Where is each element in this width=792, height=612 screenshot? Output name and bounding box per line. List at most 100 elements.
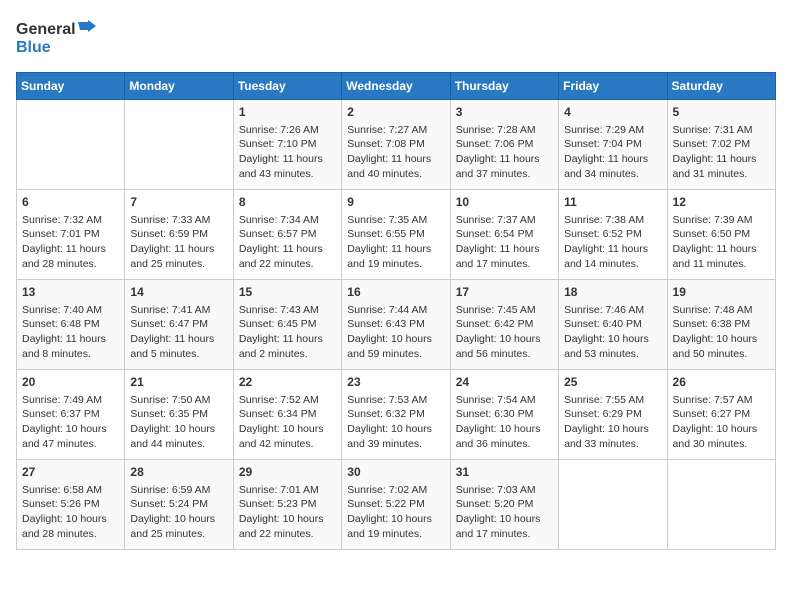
cell-info: Sunrise: 6:58 AMSunset: 5:26 PMDaylight:… <box>22 483 119 542</box>
day-number: 15 <box>239 284 336 301</box>
day-number: 2 <box>347 104 444 121</box>
calendar-cell <box>17 100 125 190</box>
calendar-cell <box>125 100 233 190</box>
cell-info: Sunrise: 7:41 AMSunset: 6:47 PMDaylight:… <box>130 303 227 362</box>
day-number: 17 <box>456 284 553 301</box>
calendar-cell <box>667 460 775 550</box>
cell-info: Sunrise: 7:40 AMSunset: 6:48 PMDaylight:… <box>22 303 119 362</box>
day-number: 10 <box>456 194 553 211</box>
cell-info: Sunrise: 7:34 AMSunset: 6:57 PMDaylight:… <box>239 213 336 272</box>
day-number: 20 <box>22 374 119 391</box>
cell-info: Sunrise: 7:52 AMSunset: 6:34 PMDaylight:… <box>239 393 336 452</box>
day-number: 30 <box>347 464 444 481</box>
calendar-cell: 4 Sunrise: 7:29 AMSunset: 7:04 PMDaylight… <box>559 100 667 190</box>
calendar-cell: 30 Sunrise: 7:02 AMSunset: 5:22 PMDayligh… <box>342 460 450 550</box>
calendar-cell: 14 Sunrise: 7:41 AMSunset: 6:47 PMDayligh… <box>125 280 233 370</box>
day-number: 3 <box>456 104 553 121</box>
day-number: 5 <box>673 104 770 121</box>
cell-info: Sunrise: 7:31 AMSunset: 7:02 PMDaylight:… <box>673 123 770 182</box>
cell-info: Sunrise: 7:54 AMSunset: 6:30 PMDaylight:… <box>456 393 553 452</box>
header-monday: Monday <box>125 73 233 100</box>
cell-info: Sunrise: 7:32 AMSunset: 7:01 PMDaylight:… <box>22 213 119 272</box>
calendar-cell: 5 Sunrise: 7:31 AMSunset: 7:02 PMDaylight… <box>667 100 775 190</box>
cell-info: Sunrise: 7:37 AMSunset: 6:54 PMDaylight:… <box>456 213 553 272</box>
calendar-cell: 27Sunrise: 6:58 AMSunset: 5:26 PMDayligh… <box>17 460 125 550</box>
week-row-2: 6Sunrise: 7:32 AMSunset: 7:01 PMDaylight… <box>17 190 776 280</box>
day-number: 26 <box>673 374 770 391</box>
calendar-cell: 29 Sunrise: 7:01 AMSunset: 5:23 PMDayligh… <box>233 460 341 550</box>
calendar-cell: 7 Sunrise: 7:33 AMSunset: 6:59 PMDaylight… <box>125 190 233 280</box>
calendar-cell: 17 Sunrise: 7:45 AMSunset: 6:42 PMDayligh… <box>450 280 558 370</box>
calendar-cell: 25 Sunrise: 7:55 AMSunset: 6:29 PMDayligh… <box>559 370 667 460</box>
cell-info: Sunrise: 7:38 AMSunset: 6:52 PMDaylight:… <box>564 213 661 272</box>
calendar-cell: 20 Sunrise: 7:49 AMSunset: 6:37 PMDayligh… <box>17 370 125 460</box>
day-number: 25 <box>564 374 661 391</box>
header-sunday: Sunday <box>17 73 125 100</box>
header-tuesday: Tuesday <box>233 73 341 100</box>
header-thursday: Thursday <box>450 73 558 100</box>
page-header: GeneralBlue <box>16 16 776 60</box>
cell-info: Sunrise: 7:55 AMSunset: 6:29 PMDaylight:… <box>564 393 661 452</box>
calendar-cell: 16 Sunrise: 7:44 AMSunset: 6:43 PMDayligh… <box>342 280 450 370</box>
calendar-cell: 23Sunrise: 7:53 AMSunset: 6:32 PMDayligh… <box>342 370 450 460</box>
calendar-cell: 18Sunrise: 7:46 AMSunset: 6:40 PMDayligh… <box>559 280 667 370</box>
calendar-cell: 28 Sunrise: 6:59 AMSunset: 5:24 PMDayligh… <box>125 460 233 550</box>
calendar-cell: 6Sunrise: 7:32 AMSunset: 7:01 PMDaylight… <box>17 190 125 280</box>
day-number: 11 <box>564 194 661 211</box>
day-number: 9 <box>347 194 444 211</box>
cell-info: Sunrise: 7:01 AMSunset: 5:23 PMDaylight:… <box>239 483 336 542</box>
day-number: 29 <box>239 464 336 481</box>
calendar-cell: 12 Sunrise: 7:39 AMSunset: 6:50 PMDayligh… <box>667 190 775 280</box>
calendar-cell: 10 Sunrise: 7:37 AMSunset: 6:54 PMDayligh… <box>450 190 558 280</box>
cell-info: Sunrise: 7:27 AMSunset: 7:08 PMDaylight:… <box>347 123 444 182</box>
day-number: 14 <box>130 284 227 301</box>
calendar-cell: 8 Sunrise: 7:34 AMSunset: 6:57 PMDaylight… <box>233 190 341 280</box>
cell-info: Sunrise: 7:48 AMSunset: 6:38 PMDaylight:… <box>673 303 770 362</box>
day-number: 1 <box>239 104 336 121</box>
calendar-cell: 31 Sunrise: 7:03 AMSunset: 5:20 PMDayligh… <box>450 460 558 550</box>
day-number: 13 <box>22 284 119 301</box>
cell-info: Sunrise: 7:46 AMSunset: 6:40 PMDaylight:… <box>564 303 661 362</box>
day-number: 12 <box>673 194 770 211</box>
calendar-cell: 2 Sunrise: 7:27 AMSunset: 7:08 PMDaylight… <box>342 100 450 190</box>
calendar-cell: 13 Sunrise: 7:40 AMSunset: 6:48 PMDayligh… <box>17 280 125 370</box>
svg-text:Blue: Blue <box>16 39 51 56</box>
header-wednesday: Wednesday <box>342 73 450 100</box>
calendar-cell: 24 Sunrise: 7:54 AMSunset: 6:30 PMDayligh… <box>450 370 558 460</box>
calendar-cell <box>559 460 667 550</box>
calendar-cell: 11 Sunrise: 7:38 AMSunset: 6:52 PMDayligh… <box>559 190 667 280</box>
cell-info: Sunrise: 7:35 AMSunset: 6:55 PMDaylight:… <box>347 213 444 272</box>
day-number: 22 <box>239 374 336 391</box>
day-number: 24 <box>456 374 553 391</box>
calendar-table: SundayMondayTuesdayWednesdayThursdayFrid… <box>16 72 776 550</box>
day-number: 8 <box>239 194 336 211</box>
cell-info: Sunrise: 6:59 AMSunset: 5:24 PMDaylight:… <box>130 483 227 542</box>
day-number: 31 <box>456 464 553 481</box>
cell-info: Sunrise: 7:33 AMSunset: 6:59 PMDaylight:… <box>130 213 227 272</box>
header-friday: Friday <box>559 73 667 100</box>
cell-info: Sunrise: 7:43 AMSunset: 6:45 PMDaylight:… <box>239 303 336 362</box>
cell-info: Sunrise: 7:50 AMSunset: 6:35 PMDaylight:… <box>130 393 227 452</box>
cell-info: Sunrise: 7:44 AMSunset: 6:43 PMDaylight:… <box>347 303 444 362</box>
cell-info: Sunrise: 7:57 AMSunset: 6:27 PMDaylight:… <box>673 393 770 452</box>
day-number: 7 <box>130 194 227 211</box>
week-row-1: 1 Sunrise: 7:26 AMSunset: 7:10 PMDaylight… <box>17 100 776 190</box>
week-row-4: 20 Sunrise: 7:49 AMSunset: 6:37 PMDayligh… <box>17 370 776 460</box>
cell-info: Sunrise: 7:45 AMSunset: 6:42 PMDaylight:… <box>456 303 553 362</box>
calendar-cell: 22 Sunrise: 7:52 AMSunset: 6:34 PMDayligh… <box>233 370 341 460</box>
cell-info: Sunrise: 7:39 AMSunset: 6:50 PMDaylight:… <box>673 213 770 272</box>
cell-info: Sunrise: 7:02 AMSunset: 5:22 PMDaylight:… <box>347 483 444 542</box>
svg-text:General: General <box>16 21 76 38</box>
calendar-cell: 26 Sunrise: 7:57 AMSunset: 6:27 PMDayligh… <box>667 370 775 460</box>
cell-info: Sunrise: 7:29 AMSunset: 7:04 PMDaylight:… <box>564 123 661 182</box>
day-number: 16 <box>347 284 444 301</box>
calendar-cell: 9 Sunrise: 7:35 AMSunset: 6:55 PMDaylight… <box>342 190 450 280</box>
day-number: 28 <box>130 464 227 481</box>
cell-info: Sunrise: 7:03 AMSunset: 5:20 PMDaylight:… <box>456 483 553 542</box>
calendar-cell: 1 Sunrise: 7:26 AMSunset: 7:10 PMDaylight… <box>233 100 341 190</box>
cell-info: Sunrise: 7:49 AMSunset: 6:37 PMDaylight:… <box>22 393 119 452</box>
cell-info: Sunrise: 7:26 AMSunset: 7:10 PMDaylight:… <box>239 123 336 182</box>
day-number: 4 <box>564 104 661 121</box>
logo-svg: GeneralBlue <box>16 16 96 60</box>
logo: GeneralBlue <box>16 16 96 60</box>
